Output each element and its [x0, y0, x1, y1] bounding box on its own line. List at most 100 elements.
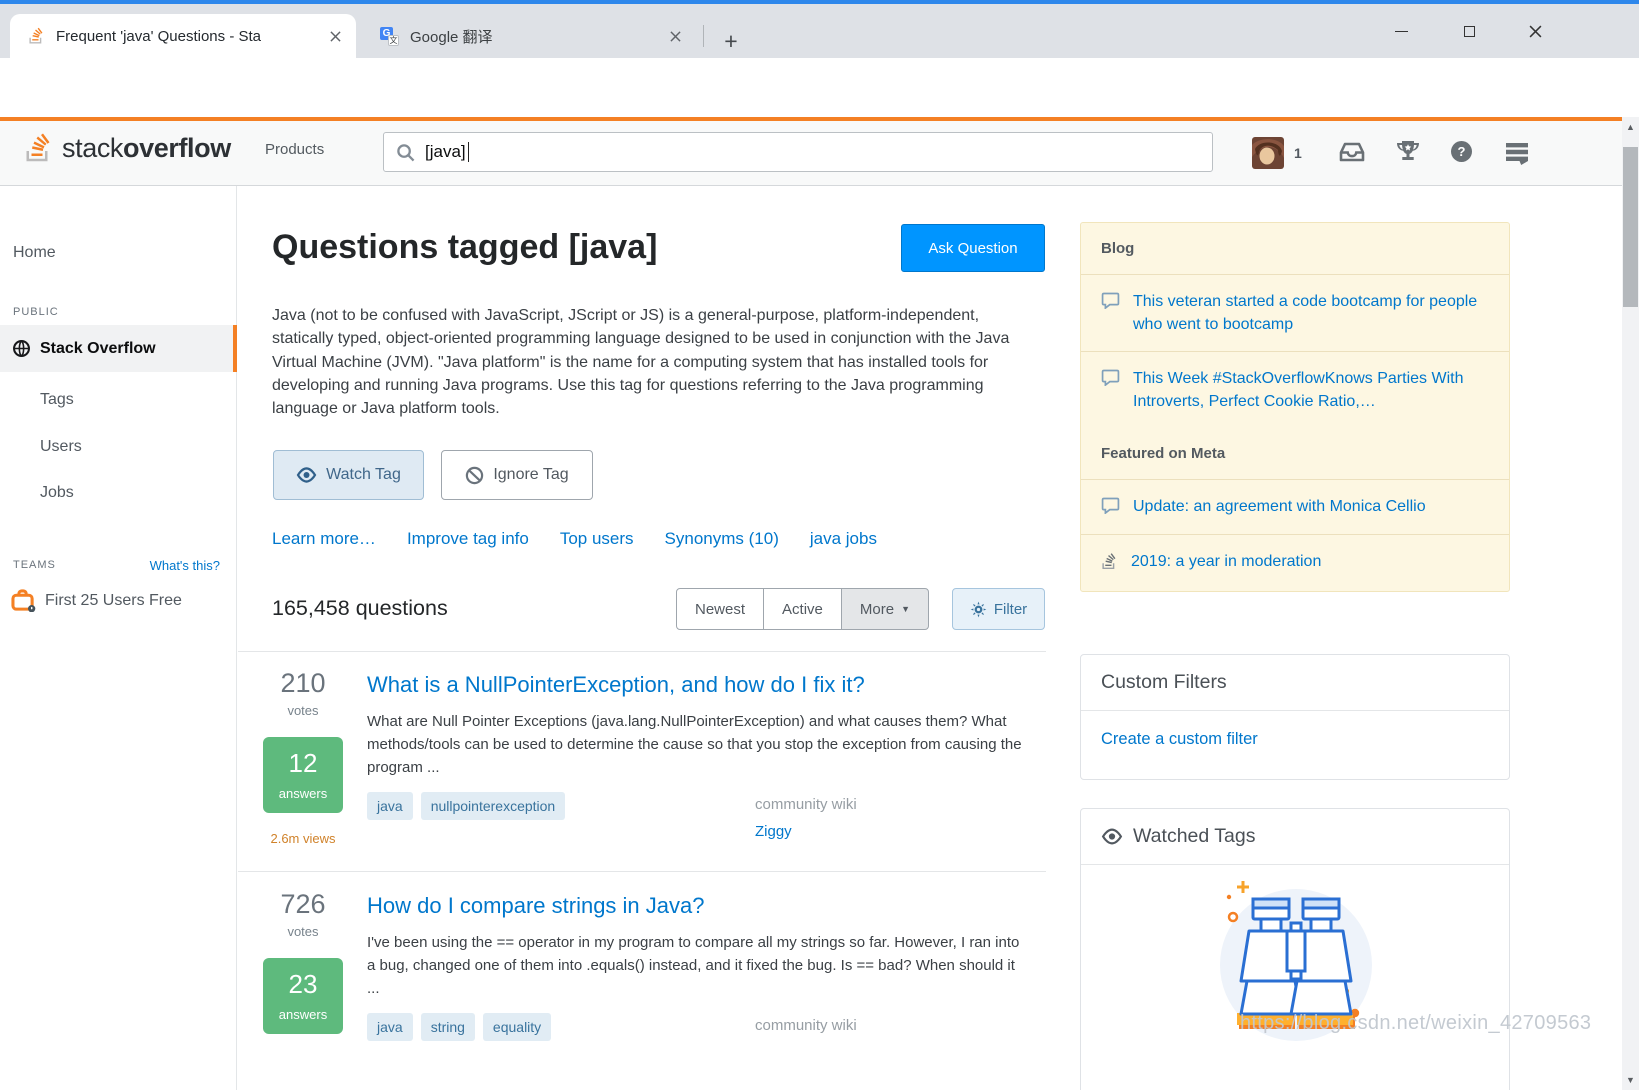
- left-sidebar: Home PUBLIC Stack Overflow Tags Users Jo…: [0, 186, 237, 1090]
- stackoverflow-logo[interactable]: stackoverflow: [24, 130, 231, 166]
- chevron-down-icon: ▼: [901, 604, 910, 614]
- speech-bubble-icon: [1101, 369, 1120, 391]
- tag-java[interactable]: java: [367, 1013, 413, 1041]
- sort-active-button[interactable]: Active: [763, 588, 842, 630]
- no-entry-icon: [466, 466, 484, 484]
- community-wiki-label: community wiki: [755, 796, 857, 813]
- search-input[interactable]: [java]: [383, 132, 1213, 172]
- answer-count: 23: [288, 969, 318, 999]
- window-maximize-button[interactable]: [1446, 14, 1493, 48]
- question-excerpt: I've been using the == operator in my pr…: [367, 934, 1020, 997]
- top-users-link[interactable]: Top users: [560, 529, 634, 549]
- achievements-trophy-icon[interactable]: [1395, 140, 1421, 169]
- csdn-watermark: https://blog.csdn.net/weixin_42709563: [1240, 1012, 1592, 1034]
- sidebar-item-tags[interactable]: Tags: [40, 391, 74, 409]
- watch-tag-button[interactable]: Watch Tag: [273, 450, 424, 500]
- user-avatar[interactable]: [1252, 137, 1284, 169]
- ask-question-button[interactable]: Ask Question: [901, 224, 1045, 272]
- window-close-button[interactable]: [1512, 14, 1559, 48]
- sidebar-item-teams-free[interactable]: First 25 Users Free: [11, 589, 182, 612]
- sidebar-item-users[interactable]: Users: [40, 438, 82, 456]
- improve-tag-info-link[interactable]: Improve tag info: [407, 529, 529, 549]
- blog-item: This Week #StackOverflowKnows Parties Wi…: [1081, 351, 1509, 428]
- stackoverflow-header: stackoverflow Products [java] 1 ?: [0, 117, 1639, 186]
- scrollbar-thumb[interactable]: [1623, 147, 1638, 307]
- tab-stackoverflow[interactable]: Frequent 'java' Questions - Sta: [10, 14, 356, 58]
- sidebar-public-label: PUBLIC: [13, 306, 59, 318]
- sidebar-item-home[interactable]: Home: [13, 244, 56, 262]
- votes-label: votes: [287, 924, 319, 939]
- reputation-count[interactable]: 1: [1294, 145, 1302, 161]
- products-menu[interactable]: Products: [265, 141, 324, 158]
- sort-more-button[interactable]: More ▼: [840, 588, 929, 630]
- browser-titlebar: Frequent 'java' Questions - Sta G 文 Goog…: [0, 0, 1639, 58]
- java-jobs-link[interactable]: java jobs: [810, 529, 877, 549]
- meta-item: 2019: a year in moderation: [1081, 534, 1509, 591]
- help-icon[interactable]: ?: [1451, 141, 1472, 162]
- question-tags: java string equality: [367, 1013, 552, 1041]
- tab-title: Frequent 'java' Questions - Sta: [56, 27, 261, 45]
- answers-label: answers: [278, 1007, 328, 1022]
- search-icon: [397, 143, 415, 161]
- filter-button[interactable]: Filter: [952, 588, 1045, 630]
- meta-link[interactable]: Update: an agreement with Monica Cellio: [1133, 495, 1426, 518]
- search-value: [java]: [425, 142, 466, 161]
- sort-newest-button[interactable]: Newest: [676, 588, 765, 630]
- author-link[interactable]: Ziggy: [755, 823, 792, 840]
- featured-meta-header: Featured on Meta: [1101, 445, 1226, 462]
- tag-nullpointerexception[interactable]: nullpointerexception: [420, 792, 566, 820]
- speech-bubble-icon: [1101, 497, 1120, 519]
- custom-filters-header: Custom Filters: [1081, 655, 1509, 711]
- scroll-up-icon[interactable]: ▲: [1622, 119, 1639, 135]
- votes-label: votes: [287, 703, 319, 718]
- tag-string[interactable]: string: [420, 1013, 475, 1041]
- scroll-down-icon[interactable]: ▼: [1622, 1072, 1639, 1088]
- meta-item: Update: an agreement with Monica Cellio: [1081, 479, 1509, 534]
- new-tab-button[interactable]: +: [716, 26, 746, 56]
- window-minimize-button[interactable]: [1378, 14, 1425, 48]
- whats-this-link[interactable]: What's this?: [150, 558, 220, 573]
- gear-icon: [970, 601, 987, 617]
- meta-link[interactable]: 2019: a year in moderation: [1131, 550, 1321, 573]
- page-title: Questions tagged [java]: [272, 228, 658, 266]
- eye-icon: [1101, 828, 1123, 845]
- question-title-link[interactable]: What is a NullPointerException, and how …: [367, 672, 1027, 698]
- sidebar-item-jobs[interactable]: Jobs: [40, 484, 74, 502]
- question-count: 165,458 questions: [272, 596, 448, 620]
- learn-more-link[interactable]: Learn more…: [272, 529, 376, 549]
- community-bulletin: Blog This veteran started a code bootcam…: [1080, 222, 1510, 592]
- tab-google-translate[interactable]: G 文 Google 翻译: [362, 14, 696, 58]
- tab-close-icon[interactable]: [324, 25, 346, 47]
- ignore-tag-button[interactable]: Ignore Tag: [441, 450, 593, 500]
- tab-divider: [703, 25, 704, 47]
- globe-icon: [13, 340, 30, 357]
- sidebar-item-stack-overflow[interactable]: Stack Overflow: [0, 325, 237, 372]
- answer-count: 12: [288, 748, 318, 778]
- blog-link[interactable]: This veteran started a code bootcamp for…: [1133, 290, 1489, 336]
- tag-equality[interactable]: equality: [482, 1013, 552, 1041]
- sidebar-item-label: First 25 Users Free: [45, 591, 182, 609]
- stack-icon: [1101, 552, 1118, 576]
- watched-tags-module: Watched Tags: [1080, 808, 1510, 1090]
- synonyms-link[interactable]: Synonyms (10): [665, 529, 779, 549]
- watched-tags-header: Watched Tags: [1081, 809, 1509, 865]
- tab-close-icon[interactable]: [664, 25, 686, 47]
- page-scrollbar[interactable]: ▲ ▼: [1622, 117, 1639, 1090]
- speech-bubble-icon: [1101, 292, 1120, 314]
- browser-toolbar: https://stackoverflow.com/questions/tagg…: [0, 58, 1639, 165]
- site-switcher-icon[interactable]: [1504, 141, 1530, 170]
- browser-window: Frequent 'java' Questions - Sta G 文 Goog…: [0, 0, 1639, 1090]
- tag-java[interactable]: java: [367, 792, 413, 820]
- eye-icon: [296, 467, 317, 483]
- question-excerpt: What are Null Pointer Exceptions (java.l…: [367, 713, 1022, 776]
- blog-link[interactable]: This Week #StackOverflowKnows Parties Wi…: [1133, 367, 1489, 413]
- inbox-icon[interactable]: [1339, 141, 1365, 168]
- sidebar-teams-label: TEAMS: [13, 559, 56, 571]
- stackoverflow-favicon: [29, 27, 43, 44]
- text-cursor: [467, 142, 469, 162]
- question-title-link[interactable]: How do I compare strings in Java?: [367, 893, 1027, 919]
- tab-title: Google 翻译: [410, 28, 493, 46]
- google-translate-favicon: G 文: [380, 26, 399, 46]
- maximize-icon: [1464, 25, 1475, 37]
- create-custom-filter-link[interactable]: Create a custom filter: [1101, 730, 1258, 748]
